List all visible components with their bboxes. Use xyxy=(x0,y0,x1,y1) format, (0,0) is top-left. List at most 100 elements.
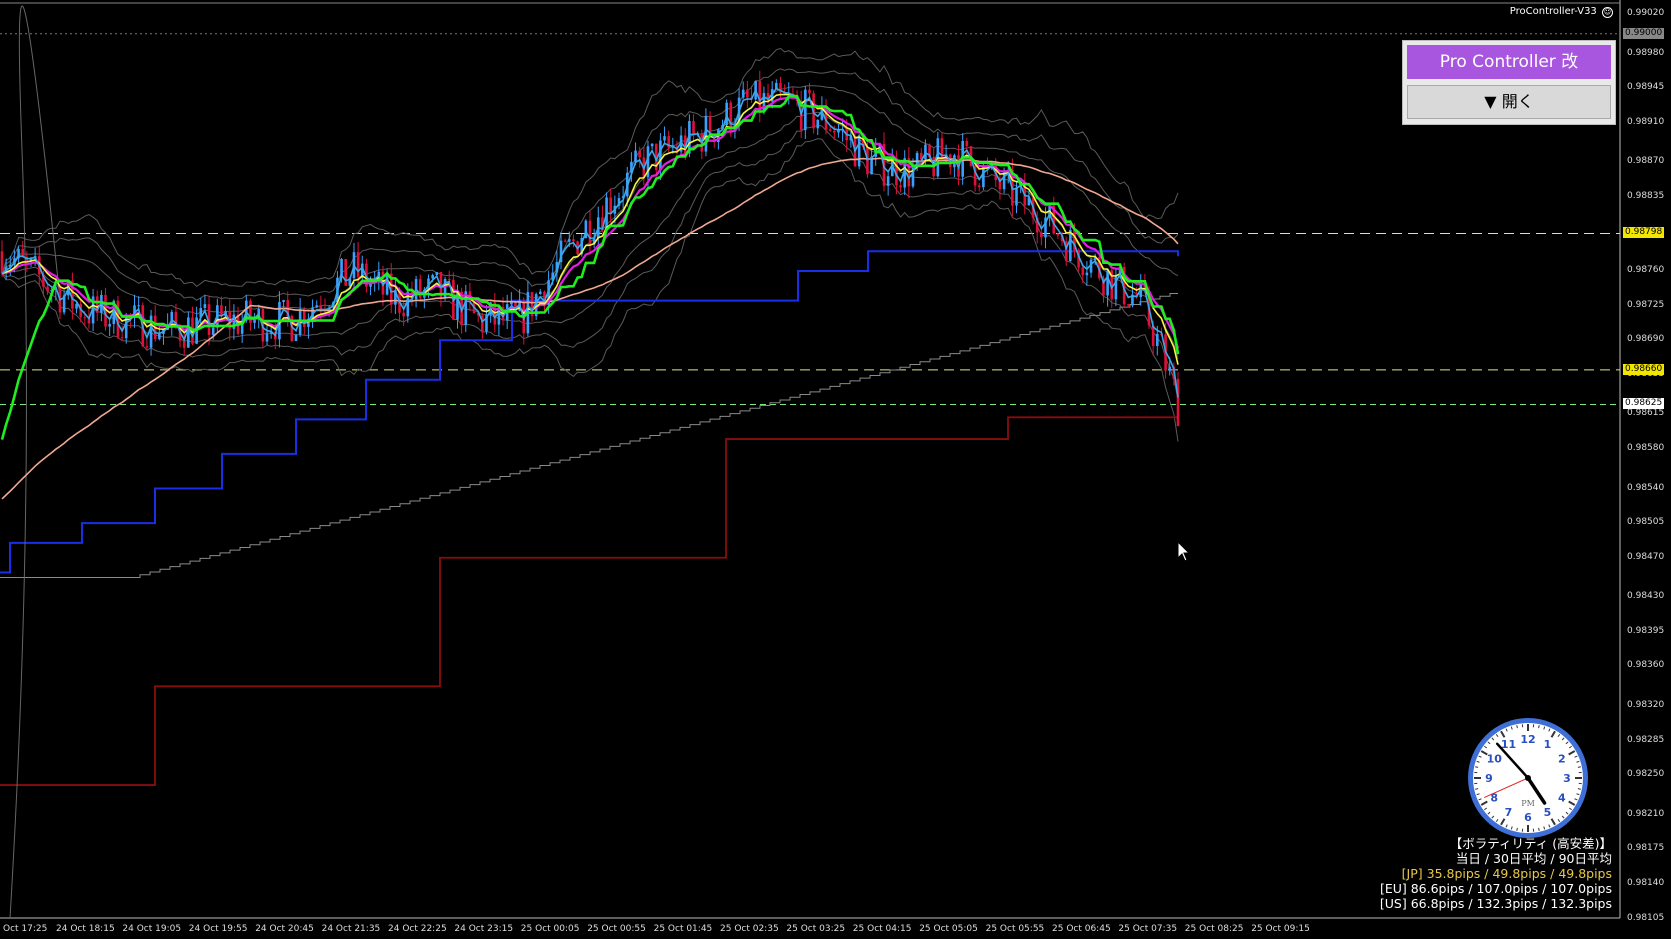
clock-tick xyxy=(1538,725,1540,729)
price-tick: 0.98615 xyxy=(1627,408,1665,419)
candle-body xyxy=(899,185,902,188)
candle-body xyxy=(634,150,637,162)
candle-body xyxy=(294,334,298,342)
candle-body xyxy=(1085,272,1089,276)
price-tick: 0.98470 xyxy=(1627,551,1665,562)
analog-clock: 12 1234567891011PM xyxy=(1468,718,1588,838)
candle-body xyxy=(137,305,140,307)
candle-body xyxy=(563,240,567,242)
candle-body xyxy=(1081,267,1085,276)
candle-body xyxy=(265,333,269,342)
price-level-tag: 0.99000 xyxy=(1623,27,1665,39)
candle-body xyxy=(203,304,207,309)
volatility-eu: [EU] 86.6pips / 107.0pips / 107.0pips xyxy=(1379,881,1612,896)
candle-body xyxy=(1002,172,1006,190)
candle-body xyxy=(1040,232,1043,238)
candle-body xyxy=(539,291,542,295)
clock-number: 1 xyxy=(1544,738,1552,751)
candle-body xyxy=(746,89,749,98)
time-tick: 25 Oct 02:35 xyxy=(720,924,779,934)
darkred-step-line xyxy=(0,416,1178,786)
settings-icon[interactable]: ☺ xyxy=(1602,7,1613,18)
candle-body xyxy=(1155,333,1159,346)
candle-body xyxy=(510,302,513,305)
price-tick: 0.98210 xyxy=(1627,808,1665,819)
time-tick: 25 Oct 04:15 xyxy=(852,924,912,934)
candle-body xyxy=(435,272,439,276)
clock-tick xyxy=(1577,766,1581,768)
price-tick: 0.98285 xyxy=(1627,734,1665,745)
candle-body xyxy=(567,239,571,242)
candle-body xyxy=(447,279,451,281)
price-tick: 0.98505 xyxy=(1627,517,1665,528)
candle-body xyxy=(833,130,836,133)
clock-number: 12 xyxy=(1520,733,1535,746)
time-tick: 24 Oct 22:25 xyxy=(388,924,447,934)
candle-body xyxy=(46,286,49,292)
price-tick: 0.99020 xyxy=(1627,8,1665,18)
price-tick: 0.98870 xyxy=(1627,156,1665,167)
time-tick: 25 Oct 00:55 xyxy=(587,924,646,934)
chart-frame xyxy=(0,0,1621,919)
time-tick: 24 Oct 19:05 xyxy=(122,924,182,934)
clock-tick xyxy=(1577,788,1581,790)
time-tick: 25 Oct 05:05 xyxy=(919,924,978,934)
time-tick: 25 Oct 07:35 xyxy=(1118,924,1178,934)
clock-tick xyxy=(1516,725,1518,729)
price-tick: 0.98725 xyxy=(1627,299,1665,310)
candle-body xyxy=(211,327,215,335)
open-button[interactable]: ▼ 開く xyxy=(1407,85,1611,119)
candle-body xyxy=(572,239,575,242)
candle-body xyxy=(886,176,890,186)
time-tick: 25 Oct 01:45 xyxy=(653,924,713,934)
clock-number: 2 xyxy=(1558,753,1566,766)
grey-step-line xyxy=(0,293,1178,578)
candle-body xyxy=(356,252,360,277)
price-tick: 0.98105 xyxy=(1627,912,1665,923)
time-tick: Oct 17:25 xyxy=(3,924,48,934)
candle-body xyxy=(145,346,149,348)
band-upper-2 xyxy=(1,68,1179,301)
indicator-label-text: ProController-V33 xyxy=(1509,6,1597,17)
green-trend-line xyxy=(0,94,1180,440)
clock-number: 10 xyxy=(1487,753,1503,766)
clock-number: 5 xyxy=(1544,806,1552,819)
candle-body xyxy=(965,140,969,147)
candle-body xyxy=(1127,304,1130,306)
volatility-jp: [JP] 35.8pips / 49.8pips / 49.8pips xyxy=(1401,866,1612,881)
price-tick: 0.98910 xyxy=(1627,116,1665,127)
price-tick: 0.98980 xyxy=(1627,47,1665,58)
price-chart[interactable] xyxy=(0,0,1671,939)
price-tick: 0.98760 xyxy=(1627,265,1665,276)
candle-body xyxy=(741,89,745,98)
candle-body xyxy=(837,130,840,133)
candle-body xyxy=(638,150,641,158)
time-tick: 25 Oct 06:45 xyxy=(1052,924,1111,934)
candle-body xyxy=(977,185,981,188)
candle-body xyxy=(431,275,434,279)
candle-body xyxy=(1069,229,1072,262)
horizontal-levels xyxy=(0,33,1620,405)
time-tick: 25 Oct 08:25 xyxy=(1184,924,1244,934)
clock-number: 7 xyxy=(1505,806,1513,819)
candle-body xyxy=(1168,366,1172,371)
candle-body xyxy=(659,140,662,170)
time-tick: 25 Oct 03:25 xyxy=(786,924,846,934)
band-lower-3 xyxy=(1,138,1179,442)
price-level-tag: 0.98625 xyxy=(1623,398,1665,410)
candle-body xyxy=(650,143,654,147)
volatility-subtitle: 当日 / 30日平均 / 90日平均 xyxy=(1455,851,1612,866)
price-tick: 0.98580 xyxy=(1627,442,1665,453)
time-tick: 25 Oct 09:15 xyxy=(1251,924,1310,934)
candle-body xyxy=(0,251,4,274)
price-tick: 0.98250 xyxy=(1627,769,1665,780)
grey-steep-curve xyxy=(9,5,61,919)
clock-tick xyxy=(1538,827,1540,831)
candle-body xyxy=(725,102,728,126)
candle-body xyxy=(182,340,186,348)
price-tick: 0.98140 xyxy=(1627,877,1665,888)
time-tick: 25 Oct 00:05 xyxy=(520,924,580,934)
time-tick: 24 Oct 21:35 xyxy=(321,924,381,934)
pro-controller-title: Pro Controller 改 xyxy=(1407,45,1611,79)
candle-body xyxy=(1106,270,1109,296)
